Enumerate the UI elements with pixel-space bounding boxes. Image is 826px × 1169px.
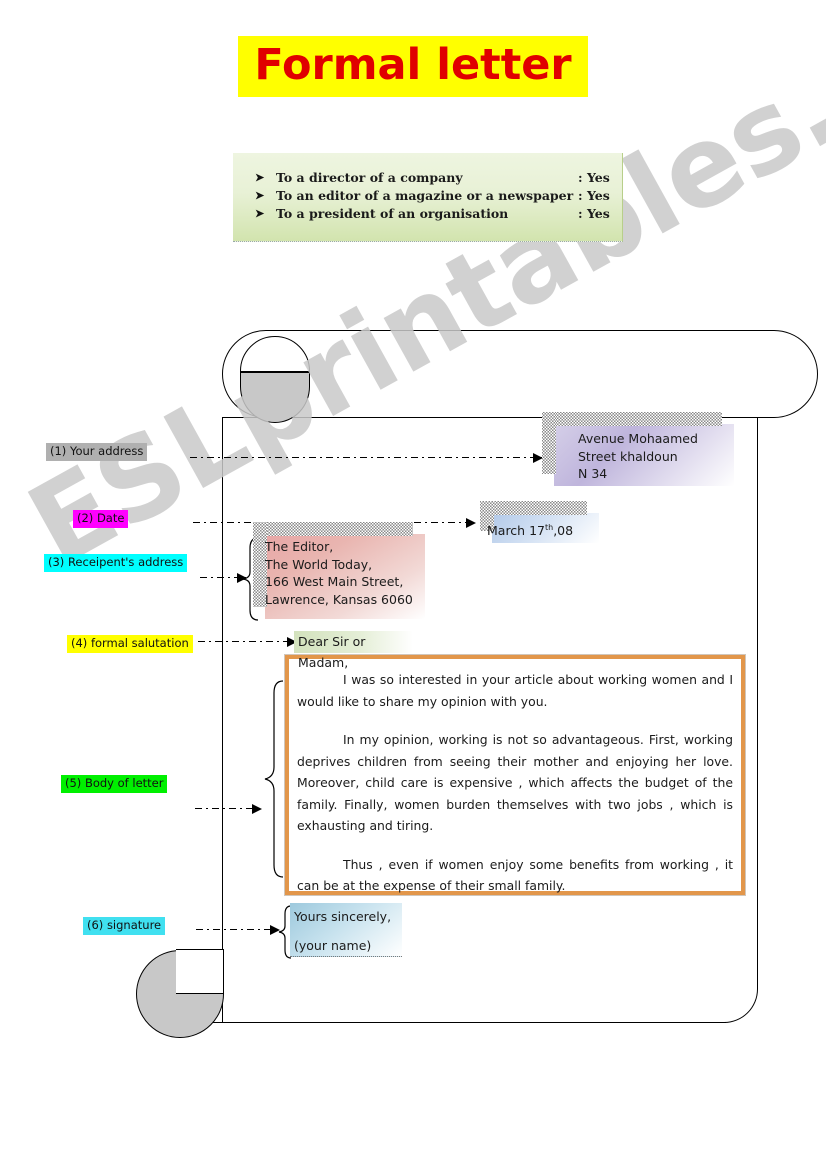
label-your-address: (1) Your address bbox=[46, 443, 148, 461]
recipient-address-line-1: The Editor, bbox=[265, 539, 334, 554]
usage-info-box: ➤ To a director of a company : Yes ➤ To … bbox=[233, 153, 623, 242]
usage-item-label: To an editor of a magazine or a newspape… bbox=[276, 188, 574, 203]
date-box[interactable]: March 17th,08 bbox=[480, 501, 599, 543]
letter-body-paragraph-1: I was so interested in your article abou… bbox=[297, 672, 733, 709]
usage-list-item: ➤ To an editor of a magazine or a newspa… bbox=[233, 187, 622, 205]
label-formal-salutation: (4) formal salutation bbox=[67, 635, 193, 653]
date-ordinal-suffix: th bbox=[544, 523, 554, 532]
scroll-curl-edge-top bbox=[240, 371, 310, 373]
date-year: ,08 bbox=[553, 523, 574, 539]
scroll-curl-edge-bottom bbox=[176, 949, 224, 950]
page-title: Formal letter bbox=[0, 36, 826, 98]
arrowhead-icon bbox=[466, 517, 476, 528]
recipient-address-line-2: The World Today, bbox=[265, 556, 373, 572]
connector-arrow-signature bbox=[196, 924, 280, 935]
signature-box[interactable]: Yours sincerely, (your name) bbox=[290, 903, 402, 957]
arrow-bullet-icon: ➤ bbox=[255, 207, 265, 220]
connector-arrow-salutation bbox=[198, 636, 297, 647]
label-signature: (6) signature bbox=[83, 917, 166, 935]
sender-address-line-2: Street khaldoun bbox=[578, 448, 678, 464]
connector-line bbox=[196, 929, 279, 931]
sender-address-box[interactable]: Avenue Mohaamed Street khaldoun N 34 bbox=[542, 412, 734, 486]
usage-item-answer: : Yes bbox=[578, 206, 610, 221]
connector-line bbox=[190, 457, 542, 459]
usage-list-item: ➤ To a president of an organisation : Ye… bbox=[233, 205, 622, 223]
recipient-address-box[interactable]: The Editor, The World Today, 166 West Ma… bbox=[253, 522, 425, 619]
brace-body-icon bbox=[263, 679, 285, 879]
connector-arrow-address bbox=[190, 452, 543, 463]
recipient-address-line-3: 166 West Main Street, bbox=[265, 574, 404, 589]
arrow-bullet-icon: ➤ bbox=[255, 189, 265, 202]
scroll-curl-notch-bottom bbox=[176, 950, 224, 994]
signature-name-placeholder: (your name) bbox=[294, 938, 372, 953]
usage-item-label: To a president of an organisation bbox=[276, 206, 509, 221]
label-date: (2) Date bbox=[73, 510, 129, 528]
label-body-of-letter: (5) Body of letter bbox=[61, 775, 168, 793]
worksheet-page: ESLprintables.com Formal letter ➤ To a d… bbox=[0, 0, 826, 1169]
usage-item-answer: : Yes bbox=[578, 170, 610, 185]
arrow-bullet-icon: ➤ bbox=[255, 171, 265, 184]
arrowhead-icon bbox=[252, 803, 262, 814]
letter-body-paragraph-3: Thus , even if women enjoy some benefits… bbox=[297, 856, 733, 894]
connector-arrow-body bbox=[195, 803, 262, 814]
signature-closing: Yours sincerely, bbox=[294, 909, 392, 924]
connector-line bbox=[198, 641, 296, 643]
usage-item-answer: : Yes bbox=[578, 188, 610, 203]
usage-item-label: To a director of a company bbox=[276, 170, 463, 185]
usage-list-item: ➤ To a director of a company : Yes bbox=[233, 169, 622, 187]
page-title-text: Formal letter bbox=[238, 36, 588, 98]
scroll-roll-top bbox=[222, 330, 818, 418]
recipient-address-line-4: Lawrence, Kansas 6060 bbox=[265, 591, 413, 607]
letter-body-paragraph-2: In my opinion, working is not so advanta… bbox=[297, 732, 733, 833]
letter-body-box[interactable]: I was so interested in your article abou… bbox=[284, 654, 746, 896]
usage-list: ➤ To a director of a company : Yes ➤ To … bbox=[233, 169, 622, 223]
sender-address-line-1: Avenue Mohaamed bbox=[578, 431, 698, 446]
date-text: March 17 bbox=[487, 523, 545, 539]
salutation-box[interactable]: Dear Sir or Madam, bbox=[294, 631, 413, 670]
label-recipient-address: (3) Receipent's address bbox=[44, 554, 188, 572]
sender-address-line-3: N 34 bbox=[578, 466, 608, 481]
